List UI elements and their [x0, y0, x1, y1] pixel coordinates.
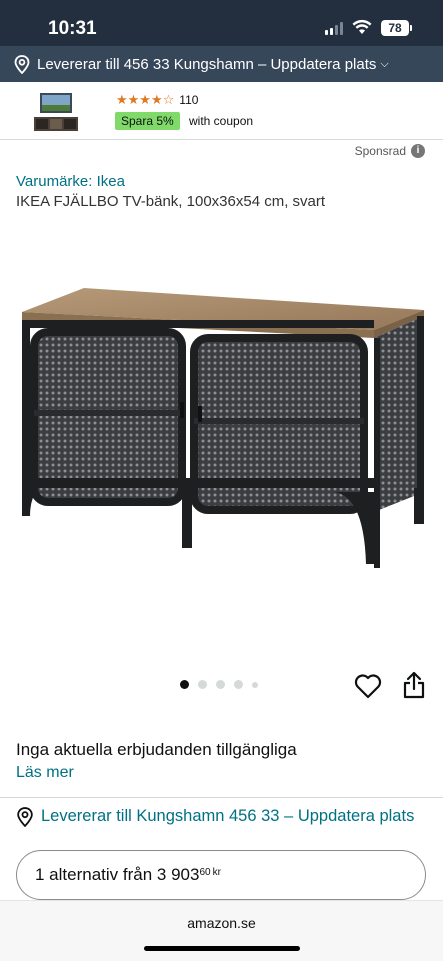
rating-count: 110	[179, 93, 199, 107]
signal-icon	[325, 22, 343, 35]
pagination-dot[interactable]	[180, 680, 189, 689]
clock: 10:31	[48, 18, 97, 39]
location-bar[interactable]: Levererar till 456 33 Kungshamn – Uppdat…	[0, 46, 443, 82]
url-domain[interactable]: amazon.se	[0, 915, 443, 931]
home-indicator[interactable]	[144, 946, 300, 951]
product-title: IKEA FJÄLLBO TV-bänk, 100x36x54 cm, svar…	[16, 193, 326, 210]
pagination-dot[interactable]	[234, 680, 243, 689]
sponsored-label[interactable]: Sponsrad i	[355, 144, 425, 158]
price-cents: 60	[199, 866, 211, 878]
image-pagination[interactable]	[180, 680, 258, 689]
location-pin-icon	[17, 807, 33, 827]
product-image[interactable]	[14, 282, 428, 572]
star-rating-icon: ★★★★☆	[116, 92, 175, 107]
chevron-down-icon: ⌵	[380, 57, 389, 70]
sponsored-ad-banner[interactable]: ★★★★☆ 110 Spara 5% with coupon	[18, 86, 438, 138]
currency: kr	[212, 866, 221, 878]
browser-address-bar[interactable]: amazon.se	[0, 900, 443, 961]
ad-rating: ★★★★☆ 110	[116, 92, 198, 108]
battery-icon: 78	[381, 20, 412, 36]
status-bar: 10:31 78	[0, 0, 443, 46]
sponsored-text: Sponsrad	[354, 144, 406, 158]
offers-status: Inga aktuella erbjudanden tillgängliga	[16, 740, 297, 759]
location-pin-icon	[14, 54, 30, 74]
wifi-icon	[352, 19, 372, 34]
alternatives-prefix: 1 alternativ från 3 903	[35, 865, 200, 884]
pagination-dot[interactable]	[198, 680, 207, 689]
ad-product-thumbnail	[34, 93, 78, 131]
divider	[0, 797, 443, 798]
pagination-dot[interactable]	[216, 680, 225, 689]
delivery-text: Levererar till Kungshamn 456 33 – Uppdat…	[41, 807, 415, 825]
save-badge: Spara 5%	[115, 112, 180, 130]
pagination-dot[interactable]	[252, 681, 258, 688]
alternatives-button[interactable]: 1 alternativ från 3 903 60 kr	[16, 850, 426, 900]
read-more-link[interactable]: Läs mer	[16, 764, 74, 782]
share-icon[interactable]	[402, 671, 426, 699]
brand-link[interactable]: Varumärke: Ikea	[16, 173, 125, 190]
heart-icon[interactable]	[354, 673, 382, 699]
location-text: Levererar till 456 33 Kungshamn – Uppdat…	[37, 55, 377, 73]
coupon-text: with coupon	[189, 114, 254, 128]
delivery-location-link[interactable]: Levererar till Kungshamn 456 33 – Uppdat…	[16, 805, 426, 827]
info-icon[interactable]: i	[411, 144, 425, 158]
divider	[0, 139, 443, 140]
